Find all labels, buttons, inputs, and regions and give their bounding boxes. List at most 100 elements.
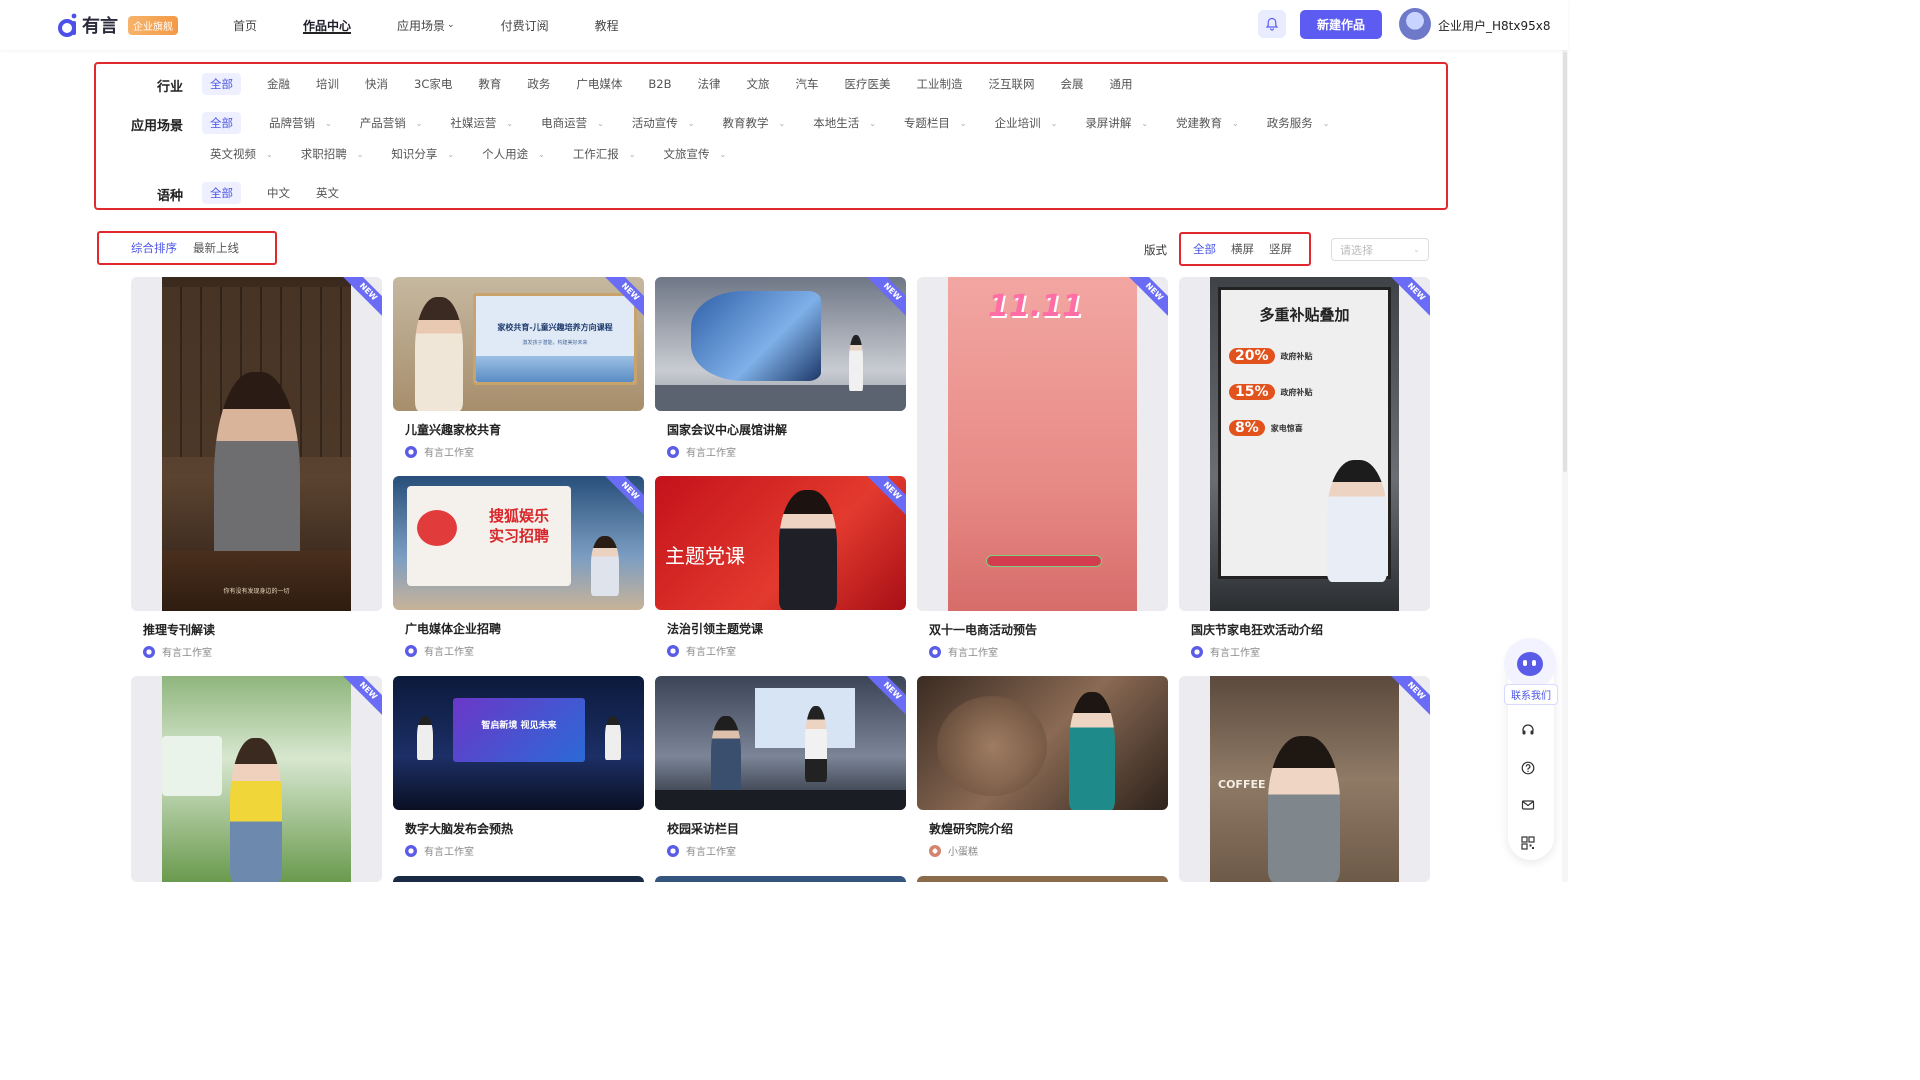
- filter-chip[interactable]: 会展: [1060, 73, 1083, 95]
- filter-chip[interactable]: 全部: [202, 73, 241, 95]
- filter-chip[interactable]: 求职招聘 ⌄: [301, 143, 364, 165]
- filter-chip[interactable]: 汽车: [795, 73, 818, 95]
- work-card[interactable]: NEW: [131, 676, 382, 882]
- author-name: 有言工作室: [686, 847, 736, 858]
- filter-chip[interactable]: 培训: [316, 73, 339, 95]
- layout-portrait[interactable]: 竖屏: [1269, 241, 1292, 257]
- filter-chip[interactable]: 全部: [202, 182, 241, 204]
- filter-chip[interactable]: 电商运营 ⌄: [541, 112, 604, 134]
- filter-chip[interactable]: 教育: [478, 73, 501, 95]
- card-thumbnail[interactable]: [917, 676, 1168, 810]
- work-card[interactable]: 敦煌研究院介绍 小蛋糕: [917, 676, 1168, 882]
- filter-chip[interactable]: 企业培训 ⌄: [995, 112, 1058, 134]
- mail-icon[interactable]: [1520, 797, 1536, 813]
- scene-filter-row-1: 全部 品牌营销 ⌄ 产品营销 ⌄ 社媒运营 ⌄ 电商运营 ⌄ 活动宣传 ⌄ 教育教学 ⌄ 本地生活 ⌄ 专题栏…: [202, 112, 1357, 134]
- card-thumbnail[interactable]: NEW: [655, 676, 906, 810]
- work-card[interactable]: 你有没有发现身边的一切 NEW 推理专刊解读 有言工作室: [131, 277, 382, 667]
- assistant-bot-button[interactable]: [1504, 638, 1556, 690]
- logo[interactable]: 有言 企业旗舰: [58, 12, 178, 38]
- card-thumbnail[interactable]: 智启新境 视见未来: [393, 676, 644, 810]
- filter-chip[interactable]: 录屏讲解 ⌄: [1085, 112, 1148, 134]
- author-name: 有言工作室: [1210, 648, 1260, 659]
- filter-chip[interactable]: 文旅: [746, 73, 769, 95]
- work-card[interactable]: 智启新境 视见未来 数字大脑发布会预热 有言工作室: [393, 676, 644, 882]
- card-thumbnail[interactable]: 主题党课 NEW: [655, 476, 906, 610]
- avatar[interactable]: [1399, 8, 1431, 40]
- filter-chip[interactable]: 本地生活 ⌄: [813, 112, 876, 134]
- work-card[interactable]: 主题党课 NEW 法治引领主题党课 有言工作室: [655, 476, 906, 666]
- new-work-button[interactable]: 新建作品: [1300, 10, 1382, 39]
- filter-chip[interactable]: 泛互联网: [988, 73, 1034, 95]
- work-card[interactable]: 家校共育-儿童兴趣培养方向课程 激发孩子潜能，构建美好未来 NEW 儿童兴趣家校…: [393, 277, 644, 467]
- filter-chip[interactable]: 广电媒体: [576, 73, 622, 95]
- filter-chip[interactable]: 英文视频 ⌄: [210, 143, 273, 165]
- filter-chip[interactable]: 政务服务 ⌄: [1267, 112, 1330, 134]
- card-thumbnail[interactable]: 你有没有发现身边的一切 NEW: [131, 277, 382, 611]
- work-card[interactable]: 搜狐娱乐 实习招聘 NEW 广电媒体企业招聘 有言工作室: [393, 476, 644, 666]
- filter-chip[interactable]: 中文: [267, 182, 290, 204]
- nav-subscription[interactable]: 付费订阅: [501, 0, 549, 50]
- card-thumbnail[interactable]: 家校共育-儿童兴趣培养方向课程 激发孩子潜能，构建美好未来 NEW: [393, 277, 644, 411]
- sort-comprehensive[interactable]: 综合排序: [131, 240, 177, 256]
- filter-chip[interactable]: 教育教学 ⌄: [723, 112, 786, 134]
- username[interactable]: 企业用户_H8tx95x8: [1438, 17, 1550, 34]
- filter-chip[interactable]: 个人用途 ⌄: [482, 143, 545, 165]
- filter-chip[interactable]: 3C家电: [414, 73, 452, 95]
- filter-chip[interactable]: 快消: [365, 73, 388, 95]
- work-card[interactable]: NEW 国家会议中心展馆讲解 有言工作室: [655, 277, 906, 467]
- card-author: 小蛋糕: [929, 843, 1168, 858]
- nav-works-center[interactable]: 作品中心: [303, 0, 352, 50]
- format-select[interactable]: 请选择 ⌄: [1331, 238, 1429, 261]
- filter-chip[interactable]: 工作汇报 ⌄: [573, 143, 636, 165]
- filter-chip[interactable]: B2B: [648, 73, 671, 95]
- card-thumbnail[interactable]: COFFEE NEW: [1179, 676, 1430, 882]
- filter-chip-label: 英文: [316, 186, 339, 200]
- filter-chip-label: 全部: [210, 186, 233, 200]
- filter-chip-label: B2B: [648, 77, 672, 91]
- filter-chip[interactable]: 通用: [1109, 73, 1132, 95]
- filter-chip-label: 医疗医美: [844, 77, 891, 91]
- contact-us-button[interactable]: 联系我们: [1504, 684, 1558, 705]
- nav-home[interactable]: 首页: [233, 0, 257, 50]
- card-thumbnail[interactable]: 搜狐娱乐 实习招聘 NEW: [393, 476, 644, 610]
- filter-chip[interactable]: 社媒运营 ⌄: [450, 112, 513, 134]
- help-icon[interactable]: [1520, 760, 1536, 776]
- headset-icon[interactable]: [1520, 722, 1536, 738]
- filter-chip[interactable]: 金融: [267, 73, 290, 95]
- work-card[interactable]: 多重补贴叠加 20% 政府补贴 15% 政府补贴 8% 家电惊喜 NEW 国庆节家电狂…: [1179, 277, 1430, 667]
- filter-chip[interactable]: 产品营销 ⌄: [360, 112, 423, 134]
- card-thumbnail[interactable]: 11.11 NEW: [917, 277, 1168, 611]
- filter-chip[interactable]: 活动宣传 ⌄: [632, 112, 695, 134]
- sort-newest[interactable]: 最新上线: [193, 240, 239, 256]
- card-title: 敦煌研究院介绍: [929, 822, 1014, 836]
- filter-chip-label: 全部: [210, 77, 233, 91]
- work-card[interactable]: COFFEE NEW: [1179, 676, 1430, 882]
- industry-filter-row: 全部 金融 培训 快消 3C家电 教育 政务 广电媒体 B2B 法律 文旅 汽车 医疗医美 工业制造 泛互联…: [202, 73, 1158, 95]
- qrcode-icon[interactable]: [1520, 835, 1536, 851]
- filter-chip[interactable]: 品牌营销 ⌄: [269, 112, 332, 134]
- filter-chip[interactable]: 全部: [202, 112, 241, 134]
- card-thumbnail[interactable]: NEW: [131, 676, 382, 882]
- layout-landscape[interactable]: 横屏: [1231, 241, 1254, 257]
- filter-chip[interactable]: 知识分享 ⌄: [391, 143, 454, 165]
- filter-chip[interactable]: 政务: [527, 73, 550, 95]
- filter-chip[interactable]: 医疗医美: [844, 73, 890, 95]
- nav-scenes[interactable]: 应用场景 ⌄: [397, 0, 455, 50]
- work-card[interactable]: 11.11 NEW 双十一电商活动预告 有言工作室: [917, 277, 1168, 667]
- scrollbar-thumb[interactable]: [1563, 52, 1567, 472]
- filter-chip[interactable]: 党建教育 ⌄: [1176, 112, 1239, 134]
- author-avatar-icon: [1191, 645, 1203, 658]
- layout-all[interactable]: 全部: [1193, 241, 1216, 257]
- work-card[interactable]: NEW 校园采访栏目 有言工作室: [655, 676, 906, 882]
- filter-chip[interactable]: 工业制造: [916, 73, 962, 95]
- filter-chip[interactable]: 英文: [316, 182, 339, 204]
- nav-tutorial[interactable]: 教程: [595, 0, 619, 50]
- filter-chip[interactable]: 法律: [697, 73, 720, 95]
- filter-chip[interactable]: 文旅宣传 ⌄: [664, 143, 727, 165]
- card-thumbnail[interactable]: NEW: [655, 277, 906, 411]
- card-thumbnail[interactable]: 多重补贴叠加 20% 政府补贴 15% 政府补贴 8% 家电惊喜 NEW: [1179, 277, 1430, 611]
- card-peek: [655, 876, 906, 882]
- filter-chip-label: 社媒运营: [450, 116, 497, 130]
- filter-chip[interactable]: 专题栏目 ⌄: [904, 112, 967, 134]
- notification-button[interactable]: [1258, 10, 1286, 38]
